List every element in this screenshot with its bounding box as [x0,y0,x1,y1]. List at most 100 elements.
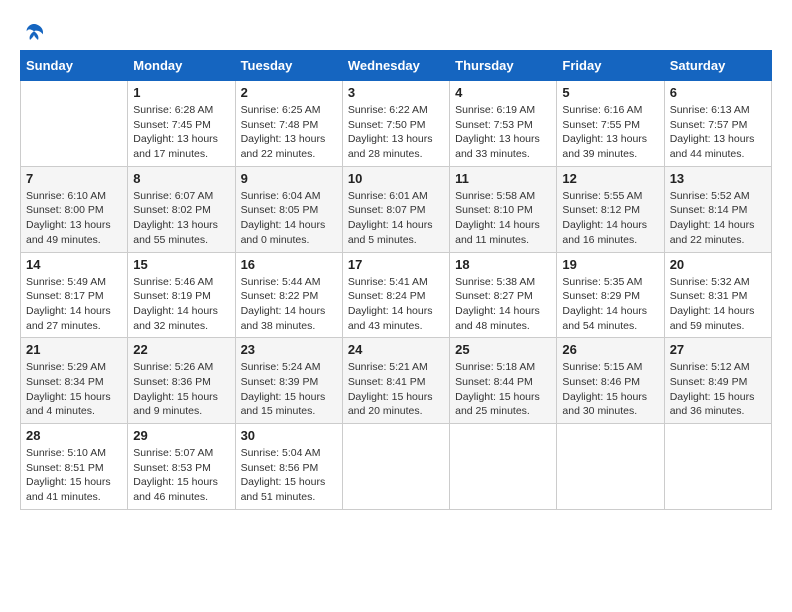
calendar-cell: 13 Sunrise: 5:52 AMSunset: 8:14 PMDayligh… [664,166,771,252]
day-info: Sunrise: 5:04 AMSunset: 8:56 PMDaylight:… [241,446,337,505]
day-number: 16 [241,257,337,272]
day-info: Sunrise: 5:55 AMSunset: 8:12 PMDaylight:… [562,189,658,248]
day-info: Sunrise: 5:10 AMSunset: 8:51 PMDaylight:… [26,446,122,505]
calendar-cell: 17 Sunrise: 5:41 AMSunset: 8:24 PMDayligh… [342,252,449,338]
calendar-cell: 22Sunrise: 5:26 AMSunset: 8:36 PMDayligh… [128,338,235,424]
day-number: 29 [133,428,229,443]
calendar-cell: 16 Sunrise: 5:44 AMSunset: 8:22 PMDayligh… [235,252,342,338]
column-header-wednesday: Wednesday [342,51,449,81]
calendar-header-row: SundayMondayTuesdayWednesdayThursdayFrid… [21,51,772,81]
day-number: 15 [133,257,229,272]
calendar-cell: 2 Sunrise: 6:25 AMSunset: 7:48 PMDaylight… [235,81,342,167]
day-info: Sunrise: 5:44 AMSunset: 8:22 PMDaylight:… [241,275,337,334]
day-number: 12 [562,171,658,186]
column-header-monday: Monday [128,51,235,81]
day-number: 6 [670,85,766,100]
day-number: 3 [348,85,444,100]
calendar-cell: 24 Sunrise: 5:21 AMSunset: 8:41 PMDayligh… [342,338,449,424]
day-info: Sunrise: 6:16 AMSunset: 7:55 PMDaylight:… [562,103,658,162]
calendar-cell: 26Sunrise: 5:15 AMSunset: 8:46 PMDayligh… [557,338,664,424]
day-number: 23 [241,342,337,357]
calendar-cell: 25Sunrise: 5:18 AMSunset: 8:44 PMDayligh… [450,338,557,424]
calendar-cell: 21 Sunrise: 5:29 AMSunset: 8:34 PMDayligh… [21,338,128,424]
calendar-cell: 14 Sunrise: 5:49 AMSunset: 8:17 PMDayligh… [21,252,128,338]
calendar-cell: 27 Sunrise: 5:12 AMSunset: 8:49 PMDayligh… [664,338,771,424]
day-number: 14 [26,257,122,272]
day-number: 7 [26,171,122,186]
calendar-cell [342,424,449,510]
calendar-cell [21,81,128,167]
column-header-saturday: Saturday [664,51,771,81]
calendar-cell: 10Sunrise: 6:01 AMSunset: 8:07 PMDayligh… [342,166,449,252]
calendar-cell: 12 Sunrise: 5:55 AMSunset: 8:12 PMDayligh… [557,166,664,252]
day-info: Sunrise: 5:12 AMSunset: 8:49 PMDaylight:… [670,360,766,419]
calendar-cell: 9 Sunrise: 6:04 AMSunset: 8:05 PMDaylight… [235,166,342,252]
day-info: Sunrise: 5:29 AMSunset: 8:34 PMDaylight:… [26,360,122,419]
column-header-thursday: Thursday [450,51,557,81]
day-info: Sunrise: 6:13 AMSunset: 7:57 PMDaylight:… [670,103,766,162]
day-number: 2 [241,85,337,100]
calendar-cell: 29Sunrise: 5:07 AMSunset: 8:53 PMDayligh… [128,424,235,510]
day-info: Sunrise: 6:07 AMSunset: 8:02 PMDaylight:… [133,189,229,248]
day-number: 22 [133,342,229,357]
calendar-cell: 23 Sunrise: 5:24 AMSunset: 8:39 PMDayligh… [235,338,342,424]
day-number: 30 [241,428,337,443]
day-info: Sunrise: 5:21 AMSunset: 8:41 PMDaylight:… [348,360,444,419]
calendar-cell: 1 Sunrise: 6:28 AMSunset: 7:45 PMDaylight… [128,81,235,167]
calendar-cell: 18 Sunrise: 5:38 AMSunset: 8:27 PMDayligh… [450,252,557,338]
calendar-cell: 7 Sunrise: 6:10 AMSunset: 8:00 PMDaylight… [21,166,128,252]
day-number: 17 [348,257,444,272]
day-number: 18 [455,257,551,272]
calendar-cell [664,424,771,510]
day-info: Sunrise: 6:04 AMSunset: 8:05 PMDaylight:… [241,189,337,248]
calendar-cell: 5 Sunrise: 6:16 AMSunset: 7:55 PMDaylight… [557,81,664,167]
calendar-cell: 4 Sunrise: 6:19 AMSunset: 7:53 PMDaylight… [450,81,557,167]
calendar-week-row: 21 Sunrise: 5:29 AMSunset: 8:34 PMDayligh… [21,338,772,424]
calendar-cell: 8 Sunrise: 6:07 AMSunset: 8:02 PMDaylight… [128,166,235,252]
day-number: 5 [562,85,658,100]
logo [20,20,46,40]
day-info: Sunrise: 6:19 AMSunset: 7:53 PMDaylight:… [455,103,551,162]
column-header-sunday: Sunday [21,51,128,81]
day-number: 20 [670,257,766,272]
calendar-cell [557,424,664,510]
day-number: 11 [455,171,551,186]
day-info: Sunrise: 5:41 AMSunset: 8:24 PMDaylight:… [348,275,444,334]
day-number: 27 [670,342,766,357]
day-info: Sunrise: 6:10 AMSunset: 8:00 PMDaylight:… [26,189,122,248]
calendar-cell: 3 Sunrise: 6:22 AMSunset: 7:50 PMDaylight… [342,81,449,167]
day-info: Sunrise: 6:28 AMSunset: 7:45 PMDaylight:… [133,103,229,162]
day-info: Sunrise: 5:38 AMSunset: 8:27 PMDaylight:… [455,275,551,334]
day-number: 26 [562,342,658,357]
day-info: Sunrise: 5:52 AMSunset: 8:14 PMDaylight:… [670,189,766,248]
calendar-cell: 19Sunrise: 5:35 AMSunset: 8:29 PMDayligh… [557,252,664,338]
calendar-cell [450,424,557,510]
day-number: 4 [455,85,551,100]
calendar-week-row: 7 Sunrise: 6:10 AMSunset: 8:00 PMDaylight… [21,166,772,252]
day-number: 24 [348,342,444,357]
day-info: Sunrise: 5:24 AMSunset: 8:39 PMDaylight:… [241,360,337,419]
day-info: Sunrise: 6:25 AMSunset: 7:48 PMDaylight:… [241,103,337,162]
day-number: 25 [455,342,551,357]
day-number: 8 [133,171,229,186]
day-info: Sunrise: 6:01 AMSunset: 8:07 PMDaylight:… [348,189,444,248]
calendar-table: SundayMondayTuesdayWednesdayThursdayFrid… [20,50,772,510]
day-number: 9 [241,171,337,186]
calendar-cell: 11Sunrise: 5:58 AMSunset: 8:10 PMDayligh… [450,166,557,252]
calendar-week-row: 1 Sunrise: 6:28 AMSunset: 7:45 PMDaylight… [21,81,772,167]
day-info: Sunrise: 5:46 AMSunset: 8:19 PMDaylight:… [133,275,229,334]
calendar-cell: 20 Sunrise: 5:32 AMSunset: 8:31 PMDayligh… [664,252,771,338]
header [20,20,772,40]
day-info: Sunrise: 5:49 AMSunset: 8:17 PMDaylight:… [26,275,122,334]
column-header-friday: Friday [557,51,664,81]
calendar-cell: 30 Sunrise: 5:04 AMSunset: 8:56 PMDayligh… [235,424,342,510]
day-number: 13 [670,171,766,186]
calendar-cell: 28Sunrise: 5:10 AMSunset: 8:51 PMDayligh… [21,424,128,510]
calendar-week-row: 28Sunrise: 5:10 AMSunset: 8:51 PMDayligh… [21,424,772,510]
day-info: Sunrise: 6:22 AMSunset: 7:50 PMDaylight:… [348,103,444,162]
logo-bird-icon [22,20,46,44]
calendar-cell: 15 Sunrise: 5:46 AMSunset: 8:19 PMDayligh… [128,252,235,338]
day-info: Sunrise: 5:32 AMSunset: 8:31 PMDaylight:… [670,275,766,334]
day-number: 1 [133,85,229,100]
day-number: 21 [26,342,122,357]
